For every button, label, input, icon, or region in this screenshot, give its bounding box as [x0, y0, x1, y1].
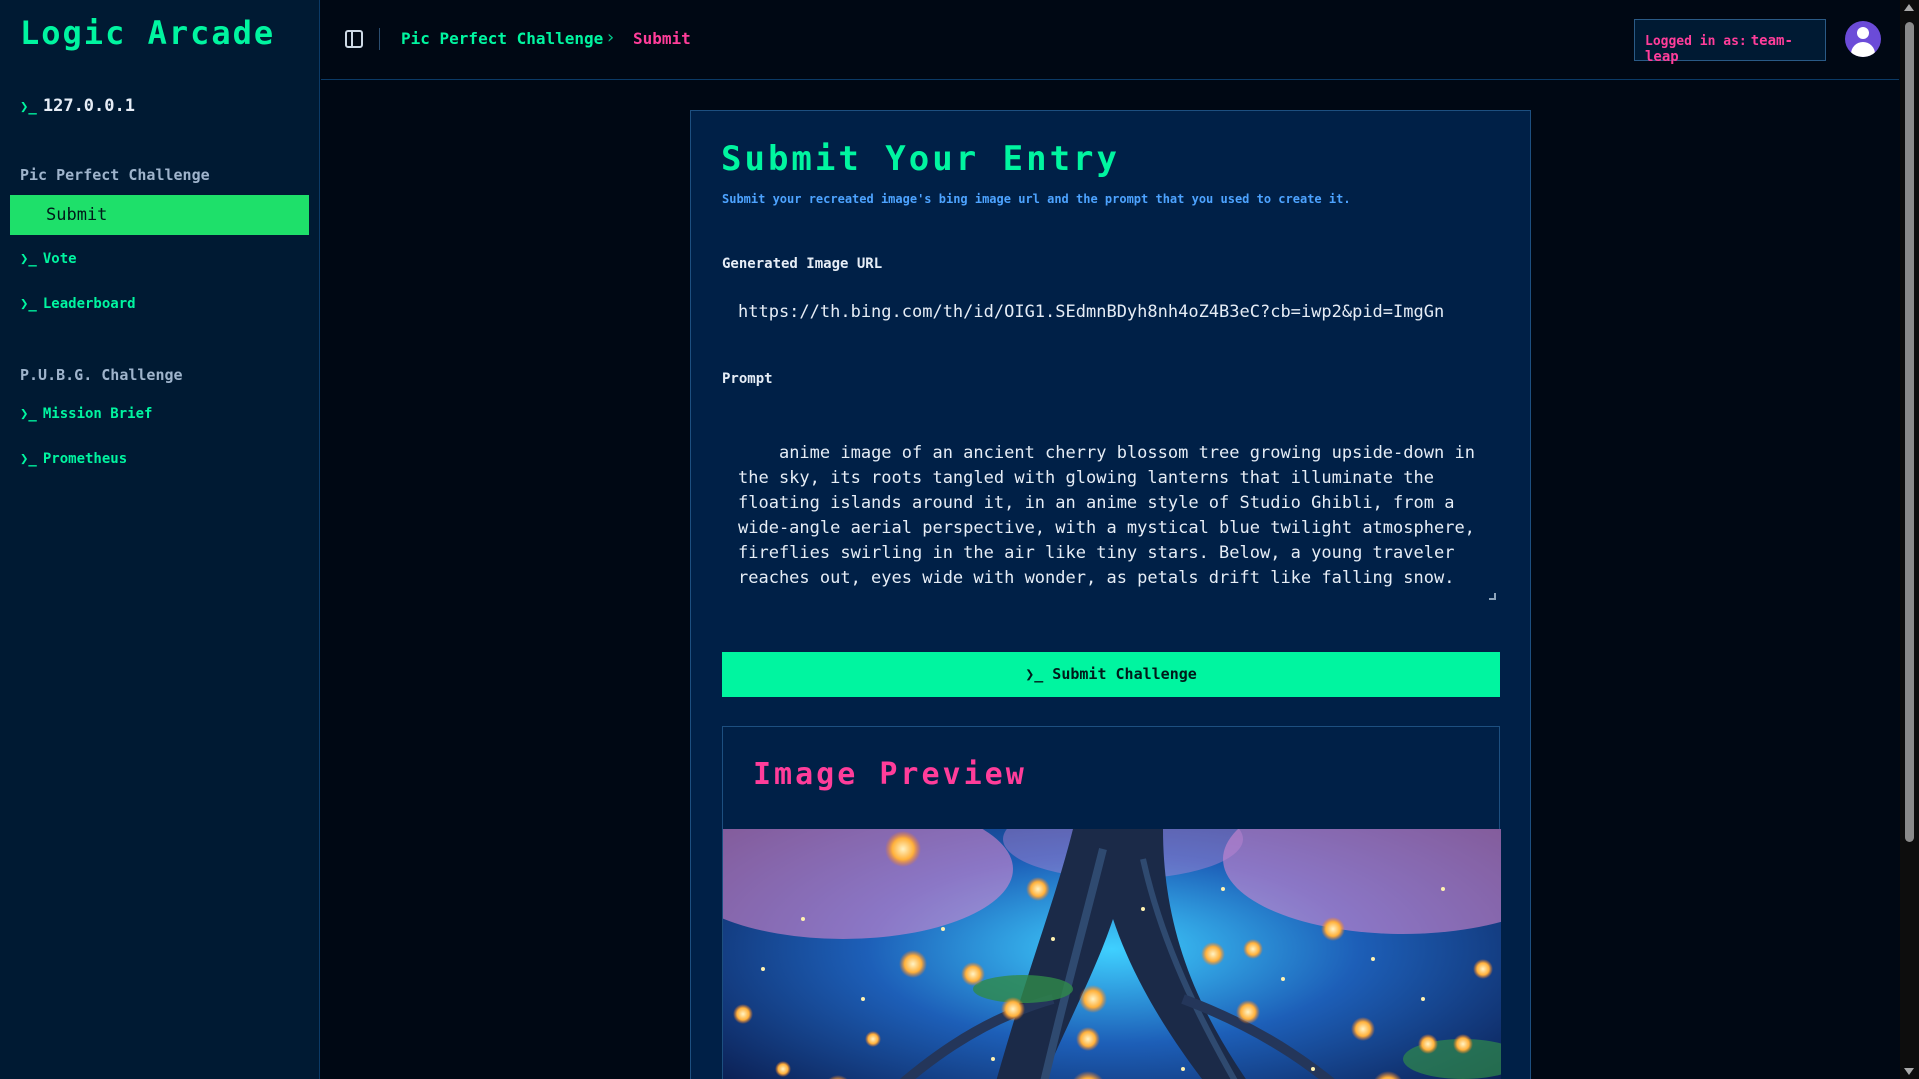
sidebar-item-label: Prometheus	[42, 451, 128, 467]
top-bar: Pic Perfect Challenge › Submit Logged in…	[321, 0, 1899, 80]
image-preview-panel: Image Preview	[722, 726, 1501, 1079]
sidebar-group-pic-perfect: Pic Perfect Challenge	[20, 166, 210, 184]
login-prefix: Logged in as:	[1645, 34, 1747, 49]
terminal-prompt-icon: ❯_	[20, 406, 37, 422]
terminal-prompt-icon: ❯_	[20, 451, 37, 467]
avatar[interactable]	[1845, 21, 1881, 57]
app-logo[interactable]: Logic Arcade	[20, 14, 275, 52]
prompt-textarea[interactable]: anime image of an ancient cherry blossom…	[722, 404, 1500, 604]
submit-entry-card: Submit Your Entry Submit your recreated …	[690, 110, 1531, 1079]
breadcrumb-submit: Submit	[633, 29, 691, 48]
host-label: 127.0.0.1	[42, 96, 135, 116]
user-icon-body	[1851, 42, 1875, 57]
login-status-badge: Logged in as: team-leap	[1634, 19, 1826, 65]
page-title: Submit Your Entry	[721, 139, 1120, 179]
sidebar-item-leaderboard[interactable]: ❯_ Leaderboard	[20, 296, 136, 312]
sidebar-item-label: Submit	[46, 205, 108, 225]
page-subtitle: Submit your recreated image's bing image…	[722, 192, 1351, 206]
host-indicator: ❯_ 127.0.0.1	[20, 96, 135, 116]
terminal-prompt-icon: ❯_	[20, 99, 37, 115]
breadcrumb-pic-perfect[interactable]: Pic Perfect Challenge	[401, 29, 603, 48]
image-url-input[interactable]: https://th.bing.com/th/id/OIG1.SEdmnBDyh…	[722, 289, 1500, 337]
terminal-prompt-icon: ❯_	[20, 296, 37, 312]
submit-button-label: Submit Challenge	[1052, 665, 1197, 683]
page-scrollbar[interactable]	[1900, 0, 1919, 1079]
terminal-prompt-icon: ❯_	[20, 251, 37, 267]
sidebar-toggle-icon[interactable]	[345, 30, 363, 48]
sidebar-item-label: Vote	[42, 251, 77, 267]
sidebar: Logic Arcade ❯_ 127.0.0.1 Pic Perfect Cha…	[0, 0, 320, 1079]
preview-image	[723, 829, 1501, 1079]
chevron-right-icon: ›	[605, 27, 616, 48]
url-label: Generated Image URL	[722, 256, 883, 272]
sidebar-item-label: Mission Brief	[42, 406, 153, 422]
sidebar-item-label: Leaderboard	[42, 296, 136, 312]
sidebar-item-mission-brief[interactable]: ❯_ Mission Brief	[20, 406, 152, 422]
user-icon-head	[1857, 27, 1869, 39]
submit-challenge-button[interactable]: ❯_ Submit Challenge	[722, 652, 1500, 697]
sidebar-group-pubg: P.U.B.G. Challenge	[20, 366, 183, 384]
prompt-label: Prompt	[722, 371, 773, 387]
sidebar-item-submit[interactable]: Submit	[10, 195, 309, 235]
sidebar-item-prometheus[interactable]: ❯_ Prometheus	[20, 451, 127, 467]
terminal-prompt-icon: ❯_	[1025, 665, 1053, 683]
prompt-text: anime image of an ancient cherry blossom…	[738, 443, 1486, 588]
sidebar-item-vote[interactable]: ❯_ Vote	[20, 251, 77, 267]
preview-title: Image Preview	[753, 757, 1027, 792]
divider	[379, 28, 380, 50]
scroll-down-icon[interactable]	[1904, 1068, 1914, 1075]
scroll-up-icon[interactable]	[1904, 4, 1914, 11]
resize-handle-icon[interactable]	[1489, 593, 1496, 600]
scroll-thumb[interactable]	[1905, 22, 1914, 842]
